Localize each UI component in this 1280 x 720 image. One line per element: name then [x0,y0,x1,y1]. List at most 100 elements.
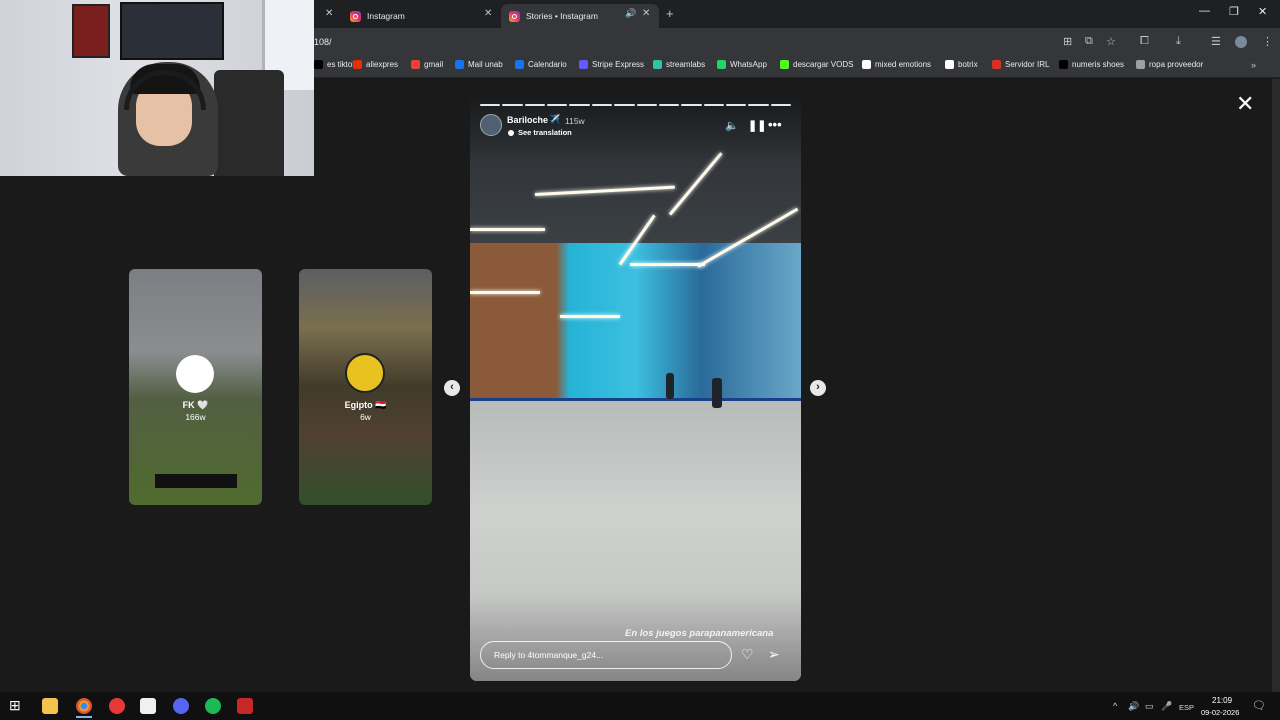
story-progress-bar [480,104,792,106]
volume-icon[interactable]: 🔊 [1128,701,1139,712]
see-translation-link[interactable]: See translation [508,128,572,137]
extensions-icon[interactable]: ⧠ [1140,35,1149,48]
close-tab-icon[interactable]: ✕ [642,8,650,19]
clock-time[interactable]: 21:09 [1212,696,1232,705]
mute-icon[interactable]: 🔈 [725,119,739,132]
bookmark-item[interactable]: Calendario [515,60,567,69]
bookmark-item[interactable]: Stripe Express [579,60,644,69]
progress-segment [703,104,724,106]
pause-icon[interactable]: ❚❚ [748,119,766,132]
close-window-button[interactable]: ✕ [1258,5,1267,18]
bookmark-icon [1136,60,1145,69]
language-indicator[interactable]: ESP [1179,703,1194,712]
bookmark-label: Stripe Express [592,60,645,69]
bookmark-label: Servidor IRL [1005,60,1050,69]
discord-icon[interactable] [173,698,189,714]
bookmark-icon [353,60,362,69]
speaker-icon[interactable]: 🔊 [625,8,636,19]
file-explorer-icon[interactable] [42,698,58,714]
bookmark-item[interactable]: gmail [411,60,443,69]
preview-username: FK 🤍 [182,400,209,410]
progress-segment [770,104,792,106]
tab-title: Instagram [367,11,405,21]
webcam-overlay [0,0,314,176]
bookmark-label: descargar VODS [793,60,854,69]
progress-segment [524,104,546,106]
download-icon[interactable]: ⤓ [1176,35,1181,48]
tab-search-icon[interactable]: ☰ [1211,35,1221,48]
bookmark-icon [314,60,323,69]
bookmark-icon [515,60,524,69]
avatar[interactable] [480,114,502,136]
preview-username: Egipto 🇪🇬 [344,400,387,410]
obs-icon[interactable] [109,698,125,714]
bookmark-item[interactable]: streamlabs [653,60,705,69]
cast-icon[interactable]: ⧉ [1085,35,1093,48]
more-options-icon[interactable]: ••• [768,117,782,132]
microphone-icon[interactable]: 🎤 [1161,701,1172,712]
bookmark-icon [717,60,726,69]
bookmark-item[interactable]: Mail unab [455,60,503,69]
show-hidden-icons[interactable]: ^ [1113,701,1117,711]
bookmark-item[interactable]: aliexpres [353,60,398,69]
progress-segment [614,104,635,106]
bookmark-item[interactable]: WhatsApp [717,60,767,69]
stories-page: FK 🤍 166w Egipto 🇪🇬 6w ‹ Bariloche ✈️ 11… [0,0,1280,692]
bookmark-item[interactable]: numeris shoes [1059,60,1124,69]
windows-start-icon[interactable]: ⊞ [9,697,25,713]
progress-segment [591,104,613,106]
story-time: 115w [565,116,585,126]
app-icon[interactable] [237,698,253,714]
story-preview[interactable]: Egipto 🇪🇬 6w [299,269,432,505]
bookmark-item[interactable]: descargar VODS [780,60,853,69]
bookmark-item[interactable]: es tiktok [314,60,356,69]
profile-avatar[interactable] [1235,36,1247,48]
like-heart-icon[interactable]: ♡ [741,646,754,663]
progress-segment [636,104,657,106]
network-icon[interactable]: ▭ [1145,701,1154,712]
address-bar[interactable]: 108/ [314,37,332,47]
notifications-icon[interactable]: 🗨 [1252,699,1266,712]
bookmark-icon [945,60,954,69]
bookmark-item[interactable]: mixed emotions [862,60,931,69]
clock-date[interactable]: 09-02-2026 [1201,708,1239,717]
spotify-icon[interactable] [205,698,221,714]
chrome-icon[interactable] [76,698,92,714]
more-menu-icon[interactable]: ⋮ [1262,35,1273,48]
story-username[interactable]: Bariloche [507,115,548,125]
tab-instagram[interactable]: Instagram [342,4,500,28]
next-story-button[interactable]: › [810,380,826,396]
close-tab-icon[interactable]: ✕ [484,8,492,19]
bookmark-item[interactable]: Servidor IRL [992,60,1049,69]
bookmark-item[interactable]: ropa proveedor [1136,60,1203,69]
story-preview[interactable]: FK 🤍 166w [129,269,262,505]
preview-caption-box [155,474,237,488]
share-send-icon[interactable]: ➢ [768,646,780,663]
scrollbar[interactable] [1272,79,1280,692]
story-viewer[interactable]: Bariloche ✈️ 115w See translation 🔈 ❚❚ •… [470,93,801,681]
restore-button[interactable]: ❐ [1229,5,1239,18]
bookmark-star-icon[interactable]: ☆ [1106,35,1116,48]
bookmark-label: gmail [424,60,444,69]
avatar [345,353,385,393]
store-icon[interactable] [140,698,156,714]
bookmark-label: Mail unab [468,60,503,69]
bookmark-item[interactable]: botrix [945,60,978,69]
bookmark-label: ropa proveedor [1149,60,1204,69]
close-tab-icon[interactable]: ✕ [325,8,333,19]
bookmark-label: Calendario [528,60,567,69]
minimize-button[interactable]: — [1199,5,1210,17]
close-stories-button[interactable]: ✕ [1236,93,1254,115]
new-tab-button[interactable]: + [666,6,674,21]
translate-icon[interactable]: ⊞ [1063,35,1072,48]
reply-input[interactable]: Reply to 4tommanque_g24... [480,641,732,669]
more-bookmarks-icon[interactable]: » [1251,60,1256,70]
taskbar [0,692,1280,720]
tab-title: Stories • Instagram [526,11,598,21]
progress-segment [547,104,568,106]
previous-story-button[interactable]: ‹ [444,380,460,396]
bookmark-icon [780,60,789,69]
instagram-icon [509,10,520,22]
preview-time: 166w [185,412,206,422]
progress-segment [725,104,747,106]
